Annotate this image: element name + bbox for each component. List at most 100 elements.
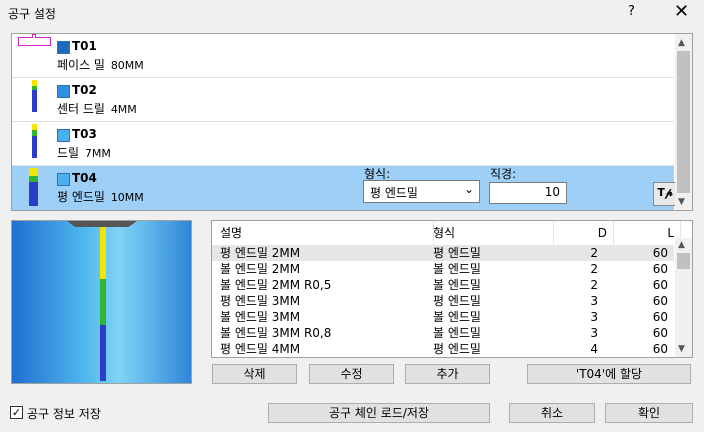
- cell-l: 60: [652, 278, 668, 292]
- tool-settings-icon[interactable]: T𝓅: [653, 182, 677, 206]
- window-title: 공구 설정: [8, 7, 56, 21]
- cell-d: 4: [590, 342, 598, 356]
- diameter-input[interactable]: 10: [489, 182, 567, 204]
- tool-size: 80MM: [110, 59, 144, 72]
- tool-type-value: 평 엔드밀: [370, 186, 418, 200]
- tool-size: 4MM: [110, 103, 137, 116]
- cell-l: 60: [652, 262, 668, 276]
- cell-type: 평 엔드밀: [433, 294, 481, 308]
- tool-preview: [11, 220, 192, 384]
- tool-name: 드릴: [57, 146, 80, 160]
- tool-library-table[interactable]: 설명 형식 D L 평 엔드밀 2MM 평 엔드밀 2 60 볼 엔드밀 2MM…: [211, 220, 693, 358]
- face-mill-stem-icon: [32, 34, 36, 38]
- column-header-d[interactable]: D: [545, 221, 614, 245]
- tool-id: T01: [72, 39, 97, 53]
- tool-name: 센터 드릴: [57, 102, 105, 116]
- cell-description: 볼 엔드밀 2MM: [220, 262, 301, 276]
- tool-size: 10MM: [110, 191, 144, 204]
- cancel-button[interactable]: 취소: [509, 403, 595, 423]
- tool-description: 드릴 7MM: [57, 144, 111, 161]
- cell-l: 60: [652, 246, 668, 260]
- tool-id: T04: [72, 171, 97, 185]
- tool-description: 평 엔드밀 10MM: [57, 188, 144, 205]
- cell-l: 60: [652, 326, 668, 340]
- drill-body-icon: [32, 136, 37, 158]
- table-row[interactable]: 볼 엔드밀 2MM R0,5 볼 엔드밀 2 60: [212, 277, 674, 293]
- center-drill-body-icon: [32, 90, 37, 112]
- tool-name: 페이스 밀: [57, 58, 105, 72]
- edit-button[interactable]: 수정: [309, 364, 394, 384]
- cell-type: 평 엔드밀: [433, 342, 481, 356]
- scroll-thumb[interactable]: [677, 253, 690, 269]
- tool-description: 페이스 밀 80MM: [57, 56, 144, 73]
- tool-color-swatch: [57, 129, 70, 142]
- assign-button[interactable]: 'T04'에 할당: [527, 364, 691, 384]
- cell-type: 평 엔드밀: [433, 246, 481, 260]
- tool-description: 센터 드릴 4MM: [57, 100, 137, 117]
- chevron-down-icon: ⌄: [463, 182, 474, 196]
- help-button[interactable]: ?: [628, 4, 635, 19]
- preview-flute-top-icon: [100, 227, 106, 279]
- cell-description: 볼 엔드밀 2MM R0,5: [220, 278, 332, 292]
- scroll-up-icon[interactable]: ▲: [678, 38, 685, 48]
- column-header-l[interactable]: L: [607, 221, 681, 245]
- column-header-type[interactable]: 형식: [425, 221, 554, 245]
- cell-description: 평 엔드밀 2MM: [220, 246, 301, 260]
- tool-size: 7MM: [84, 147, 111, 160]
- tool-chain-load-save-button[interactable]: 공구 체인 로드/저장: [268, 403, 490, 423]
- cell-d: 2: [590, 262, 598, 276]
- scroll-down-icon[interactable]: ▼: [678, 344, 685, 354]
- cell-d: 2: [590, 278, 598, 292]
- end-mill-icon: [29, 168, 38, 176]
- tool-row-t01[interactable]: T01 페이스 밀 80MM: [12, 34, 674, 78]
- cell-type: 볼 엔드밀: [433, 326, 481, 340]
- cell-description: 평 엔드밀 4MM: [220, 342, 301, 356]
- scroll-up-icon[interactable]: ▲: [678, 240, 685, 250]
- tool-color-swatch: [57, 173, 70, 186]
- library-scrollbar[interactable]: ▲ ▼: [675, 238, 692, 357]
- table-row[interactable]: 볼 엔드밀 3MM R0,8 볼 엔드밀 3 60: [212, 325, 674, 341]
- table-row[interactable]: 볼 엔드밀 3MM 볼 엔드밀 3 60: [212, 309, 674, 325]
- cell-l: 60: [652, 294, 668, 308]
- tool-list-scrollbar[interactable]: ▲ ▼: [675, 34, 692, 210]
- column-header-description[interactable]: 설명: [212, 221, 434, 245]
- preview-flute-mid-icon: [100, 279, 106, 325]
- table-row[interactable]: 평 엔드밀 4MM 평 엔드밀 4 60: [212, 341, 674, 357]
- tool-id: T02: [72, 83, 97, 97]
- scroll-down-icon[interactable]: ▼: [678, 197, 685, 207]
- table-row[interactable]: 평 엔드밀 2MM 평 엔드밀 2 60: [212, 245, 674, 261]
- tool-list[interactable]: T01 페이스 밀 80MM T02 센터 드릴 4MM T03 드릴 7MM …: [11, 33, 693, 211]
- cell-d: 2: [590, 246, 598, 260]
- delete-button[interactable]: 삭제: [212, 364, 297, 384]
- title-bar: 공구 설정 ? ✕: [0, 0, 704, 26]
- cell-description: 평 엔드밀 3MM: [220, 294, 301, 308]
- tool-row-t04[interactable]: T04 평 엔드밀 10MM: [12, 166, 674, 210]
- cell-type: 볼 엔드밀: [433, 262, 481, 276]
- save-info-label: 공구 정보 저장: [27, 407, 101, 421]
- face-mill-icon: [18, 37, 51, 46]
- cell-l: 60: [652, 310, 668, 324]
- tool-row-t02[interactable]: T02 센터 드릴 4MM: [12, 78, 674, 122]
- tool-name: 평 엔드밀: [57, 190, 105, 204]
- close-button[interactable]: ✕: [674, 2, 689, 22]
- cell-description: 볼 엔드밀 3MM R0,8: [220, 326, 332, 340]
- preview-flute-bottom-icon: [100, 325, 106, 381]
- cell-d: 3: [590, 294, 598, 308]
- cell-type: 볼 엔드밀: [433, 310, 481, 324]
- add-button[interactable]: 추가: [405, 364, 490, 384]
- tool-color-swatch: [57, 85, 70, 98]
- tool-type-select[interactable]: 평 엔드밀 ⌄: [363, 180, 480, 203]
- cell-d: 3: [590, 326, 598, 340]
- cell-description: 볼 엔드밀 3MM: [220, 310, 301, 324]
- table-row[interactable]: 평 엔드밀 3MM 평 엔드밀 3 60: [212, 293, 674, 309]
- cell-d: 3: [590, 310, 598, 324]
- tool-color-swatch: [57, 41, 70, 54]
- save-info-checkbox[interactable]: ✓: [10, 406, 23, 419]
- ok-button[interactable]: 확인: [605, 403, 693, 423]
- diameter-label: 직경:: [490, 167, 517, 181]
- table-row[interactable]: 볼 엔드밀 2MM 볼 엔드밀 2 60: [212, 261, 674, 277]
- tool-row-t03[interactable]: T03 드릴 7MM: [12, 122, 674, 166]
- tool-id: T03: [72, 127, 97, 141]
- cell-l: 60: [652, 342, 668, 356]
- scroll-thumb[interactable]: [677, 51, 690, 193]
